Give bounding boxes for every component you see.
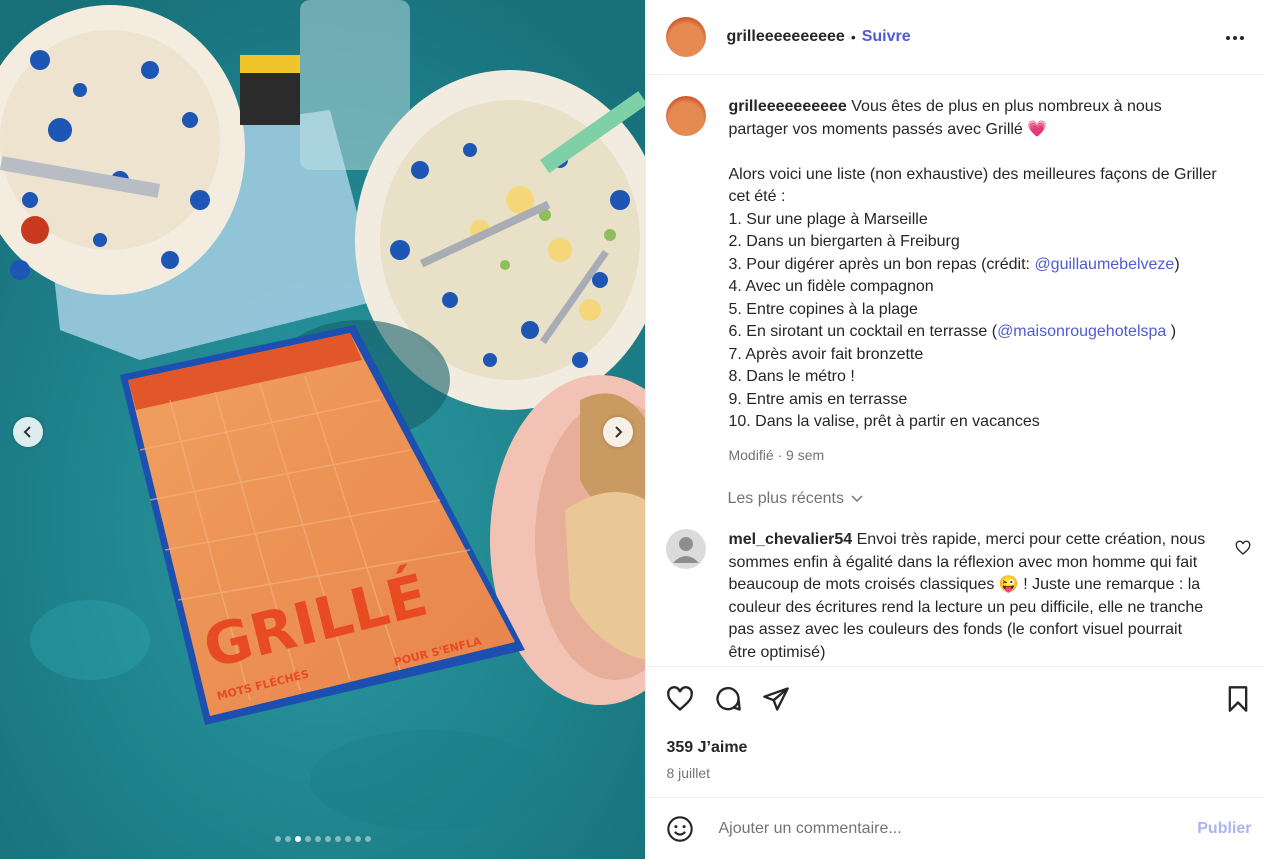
caption-list-intro: Alors voici une liste (non exhaustive) d… xyxy=(728,165,1217,206)
caption-list-item: 4. Avec un fidèle compagnon xyxy=(728,276,1218,299)
caption-list-item-text: 5. Entre copines à la plage xyxy=(728,300,918,318)
carousel-dot xyxy=(365,836,371,842)
add-comment-bar: Publier xyxy=(646,797,1265,860)
bookmark-icon xyxy=(1229,686,1248,712)
chevron-left-icon xyxy=(23,426,31,438)
chevron-right-icon xyxy=(615,426,623,438)
publish-button[interactable]: Publier xyxy=(1197,820,1251,838)
carousel-dot xyxy=(355,836,361,842)
likes-count[interactable]: 359 J’aime xyxy=(666,739,747,757)
carousel-dot xyxy=(275,836,281,842)
commenter-avatar[interactable] xyxy=(666,529,707,569)
comment-item: mel_chevalier54 Envoi très rapide, merci… xyxy=(666,529,1208,664)
caption-list-item-suffix: ) xyxy=(1174,255,1180,273)
comment-body: mel_chevalier54 Envoi très rapide, merci… xyxy=(728,529,1208,664)
carousel-dot xyxy=(315,836,321,842)
default-user-icon xyxy=(673,537,700,563)
caption-list-item-text: 3. Pour digérer après un bon repas (créd… xyxy=(728,255,1035,273)
comment-bubble-icon[interactable] xyxy=(714,685,742,713)
caption-username[interactable]: grilleeeeeeeeee xyxy=(728,98,846,115)
post-actions: 359 J’aime 8 juillet xyxy=(646,666,1265,781)
carousel-next-button[interactable] xyxy=(603,417,633,447)
caption-list-item-text: 4. Avec un fidèle compagnon xyxy=(728,278,934,295)
author-avatar[interactable] xyxy=(666,17,707,57)
carousel-dot xyxy=(345,836,351,842)
post-date: 8 juillet xyxy=(666,765,711,781)
caption-list-item: 7. Après avoir fait bronzette xyxy=(728,344,1218,367)
header-separator: • xyxy=(850,29,856,45)
post-header: grilleeeeeeeeee • Suivre xyxy=(646,0,1265,75)
caption-meta: Modifié · 9 sem xyxy=(728,446,825,463)
caption-list-item: 2. Dans un biergarten à Freiburg xyxy=(728,231,1218,254)
like-heart-icon[interactable] xyxy=(666,685,694,713)
author-username[interactable]: grilleeeeeeeeee xyxy=(726,28,844,46)
carousel-dot xyxy=(285,836,291,842)
carousel-indicator xyxy=(0,836,645,842)
caption-list-item: 5. Entre copines à la plage xyxy=(728,299,1218,322)
caption-list-item-text: 6. En sirotant un cocktail en terrasse ( xyxy=(728,323,998,340)
carousel-dot xyxy=(305,836,311,842)
caption-list-item-text: 2. Dans un biergarten à Freiburg xyxy=(728,233,960,250)
post-image: GRILLÉ MOTS FLÉCHÉS POUR S'ENFLA xyxy=(0,0,646,859)
caption-list-item-text: 9. Entre amis en terrasse xyxy=(728,390,908,408)
post-photo-illustration: GRILLÉ MOTS FLÉCHÉS POUR S'ENFLA xyxy=(0,0,646,859)
comment-text: Envoi très rapide, merci pour cette créa… xyxy=(728,531,1206,661)
caption-list-item: 10. Dans la valise, prêt à partir en vac… xyxy=(728,411,1218,434)
follow-button[interactable]: Suivre xyxy=(862,28,911,46)
caption-list-item-text: 8. Dans le métro ! xyxy=(728,368,855,385)
post-caption: grilleeeeeeeeee Vous êtes de plus en plu… xyxy=(666,96,1218,466)
comments-section[interactable]: grilleeeeeeeeee Vous êtes de plus en plu… xyxy=(646,76,1265,666)
caption-list-item: 9. Entre amis en terrasse xyxy=(728,389,1218,412)
emoji-smiley-icon[interactable] xyxy=(666,815,694,843)
carousel-previous-button[interactable] xyxy=(13,417,43,447)
share-paper-plane-icon[interactable] xyxy=(762,685,790,713)
mention-link[interactable]: @maisonrougehotelspa xyxy=(997,323,1166,340)
instagram-post-view: GRILLÉ MOTS FLÉCHÉS POUR S'ENFLA grillee… xyxy=(0,0,1265,859)
caption-list: 1. Sur une plage à Marseille 2. Dans un b… xyxy=(728,209,1218,434)
caption-body: grilleeeeeeeeee Vous êtes de plus en plu… xyxy=(728,96,1218,466)
like-comment-heart-icon[interactable] xyxy=(1235,540,1251,556)
caption-list-item-text: 1. Sur une plage à Marseille xyxy=(728,210,928,228)
sort-label: Les plus récents xyxy=(727,490,844,507)
action-buttons xyxy=(666,685,790,713)
caption-avatar[interactable] xyxy=(666,96,707,136)
post-details-panel: grilleeeeeeeeee • Suivre grilleeeeeeeeee… xyxy=(645,0,1265,859)
caption-list-item-text: 10. Dans la valise, prêt à partir en vac… xyxy=(728,413,1040,430)
comment-input[interactable] xyxy=(716,819,1141,839)
caption-list-item-text: 7. Après avoir fait bronzette xyxy=(728,345,924,363)
commenter-username[interactable]: mel_chevalier54 xyxy=(728,531,852,548)
caption-list-item: 3. Pour digérer après un bon repas (créd… xyxy=(728,254,1218,277)
save-button[interactable] xyxy=(1224,685,1252,718)
carousel-dot xyxy=(325,836,331,842)
caption-list-item: 1. Sur une plage à Marseille xyxy=(728,209,1218,232)
caption-list-item-suffix: ) xyxy=(1166,323,1177,340)
caption-list-item: 6. En sirotant un cocktail en terrasse (… xyxy=(728,321,1218,344)
carousel-dot xyxy=(335,836,341,842)
mention-link[interactable]: @guillaumebelveze xyxy=(1034,256,1174,273)
chevron-down-icon xyxy=(851,495,863,503)
sort-comments-dropdown[interactable]: Les plus récents xyxy=(727,490,864,508)
carousel-dot xyxy=(295,836,301,842)
caption-list-item: 8. Dans le métro ! xyxy=(728,366,1218,389)
more-options-icon[interactable] xyxy=(1224,24,1245,50)
